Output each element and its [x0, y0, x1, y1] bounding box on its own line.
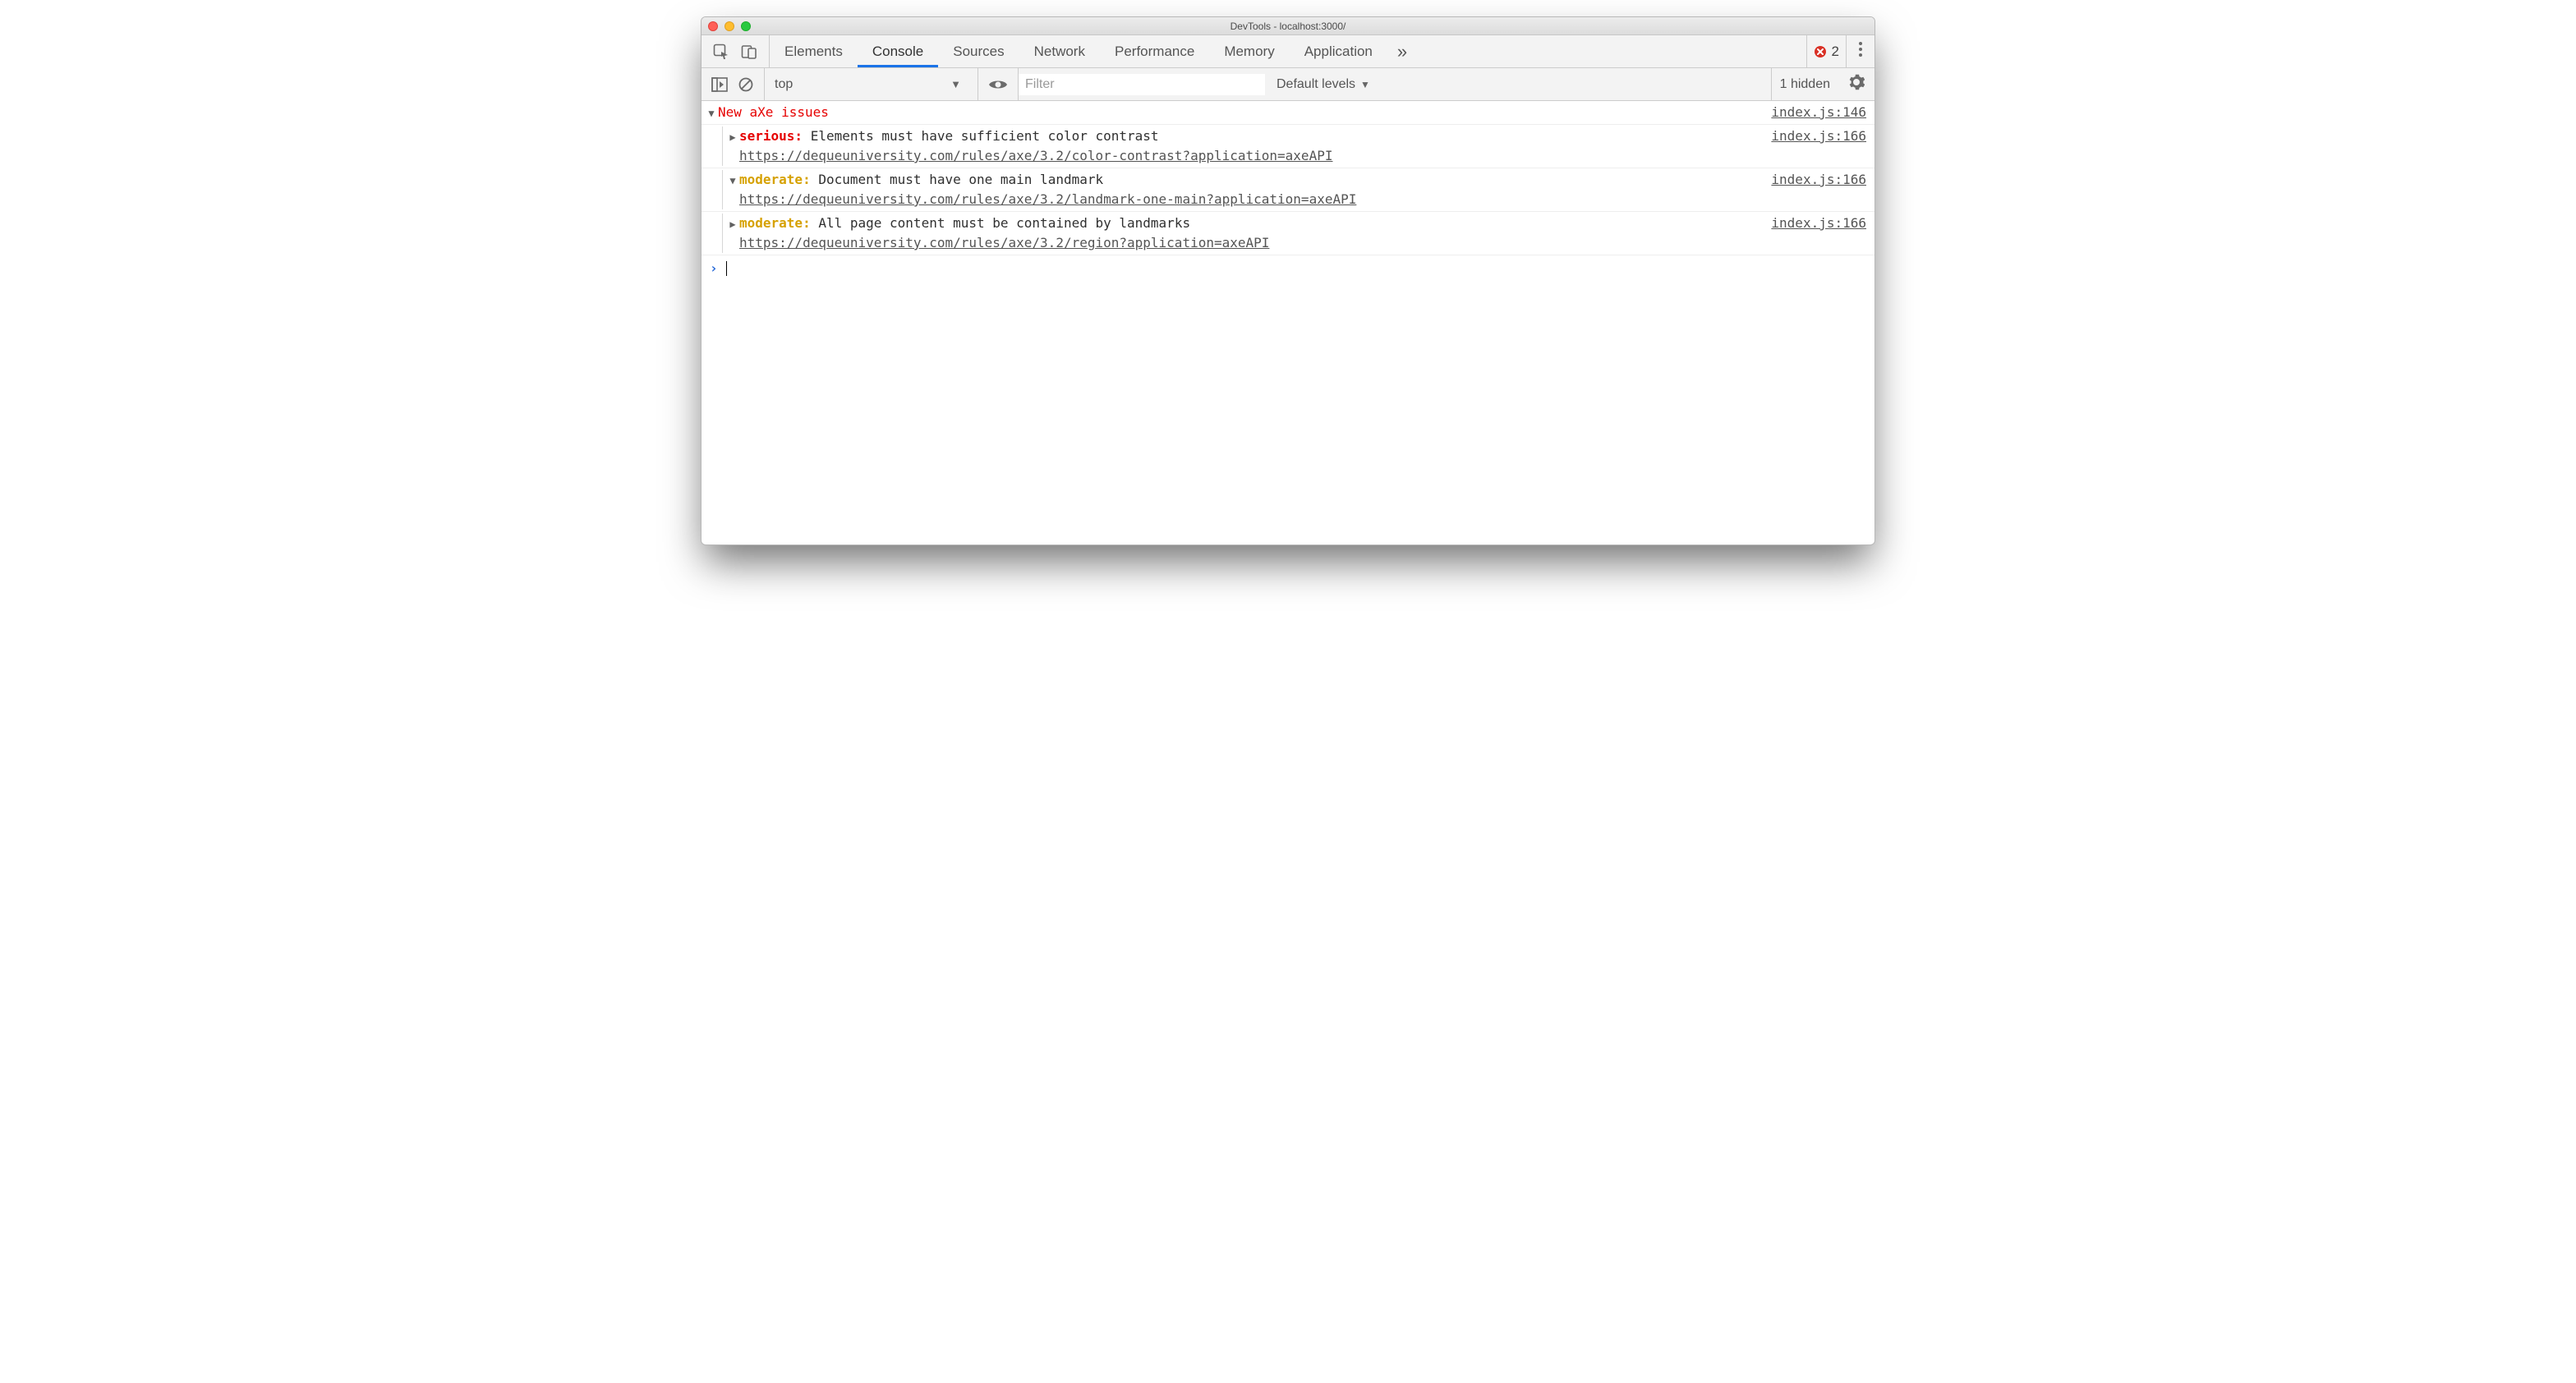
error-count: 2 — [1832, 44, 1839, 60]
severity-label: serious: — [739, 128, 803, 144]
console-entry[interactable]: ▼ moderate: Document must have one main … — [702, 168, 1874, 212]
eye-icon — [988, 78, 1008, 91]
tab-performance[interactable]: Performance — [1100, 35, 1209, 67]
log-levels-select[interactable]: Default levels ▼ — [1265, 77, 1382, 92]
context-label: top — [775, 77, 793, 92]
console-entry[interactable]: ▶ serious: Elements must have sufficient… — [702, 125, 1874, 168]
source-link[interactable]: index.js:146 — [1763, 103, 1866, 122]
live-expression-button[interactable] — [978, 68, 1019, 100]
error-count-badge[interactable]: 2 — [1806, 35, 1847, 67]
clear-console-icon[interactable] — [738, 76, 754, 93]
main-menu-icon[interactable] — [1847, 41, 1874, 62]
tab-elements[interactable]: Elements — [770, 35, 858, 67]
toggle-device-icon[interactable] — [741, 44, 757, 60]
tab-label: Console — [872, 44, 923, 60]
help-url-link[interactable]: https://dequeuniversity.com/rules/axe/3.… — [739, 235, 1269, 250]
inspect-element-icon[interactable] — [713, 44, 729, 60]
console-prompt[interactable]: › — [702, 255, 1874, 282]
help-url-link[interactable]: https://dequeuniversity.com/rules/axe/3.… — [739, 148, 1332, 163]
prompt-caret-icon: › — [710, 259, 718, 278]
group-title: New aXe issues — [718, 103, 1763, 122]
tab-label: Memory — [1224, 44, 1274, 60]
window-zoom-button[interactable] — [741, 21, 751, 31]
console-filter-input[interactable] — [1019, 74, 1265, 95]
window-controls — [708, 21, 751, 31]
text-cursor — [726, 261, 727, 276]
titlebar: DevTools - localhost:3000/ — [702, 17, 1874, 35]
source-link[interactable]: index.js:166 — [1763, 170, 1866, 209]
tab-label: Application — [1304, 44, 1373, 60]
help-url-link[interactable]: https://dequeuniversity.com/rules/axe/3.… — [739, 191, 1356, 207]
show-console-sidebar-icon[interactable] — [711, 77, 728, 92]
tab-label: Elements — [784, 44, 843, 60]
severity-label: moderate: — [739, 172, 811, 187]
tab-memory[interactable]: Memory — [1209, 35, 1289, 67]
hidden-messages-count[interactable]: 1 hidden — [1771, 68, 1838, 100]
entry-message: Elements must have sufficient color cont… — [803, 128, 1158, 144]
source-link[interactable]: index.js:166 — [1763, 126, 1866, 166]
console-messages: ▼ New aXe issues index.js:146 ▶ serious:… — [702, 101, 1874, 544]
entry-message: Document must have one main landmark — [811, 172, 1103, 187]
tab-application[interactable]: Application — [1290, 35, 1387, 67]
levels-label: Default levels — [1276, 77, 1355, 92]
entry-message: All page content must be contained by la… — [811, 215, 1190, 231]
severity-label: moderate: — [739, 215, 811, 231]
error-icon — [1814, 45, 1827, 58]
disclosure-down-icon[interactable]: ▼ — [705, 103, 718, 121]
tabs-overflow-icon[interactable]: » — [1387, 41, 1417, 62]
console-toolbar: top ▼ Default levels ▼ 1 hidden — [702, 68, 1874, 101]
tab-label: Performance — [1115, 44, 1194, 60]
devtools-window: DevTools - localhost:3000/ Elements Cons… — [701, 16, 1875, 545]
chevron-down-icon: ▼ — [950, 78, 968, 90]
console-group-header[interactable]: ▼ New aXe issues index.js:146 — [702, 101, 1874, 125]
toolbar-left — [702, 68, 765, 100]
disclosure-right-icon[interactable]: ▶ — [726, 214, 739, 253]
disclosure-right-icon[interactable]: ▶ — [726, 126, 739, 166]
tab-network[interactable]: Network — [1019, 35, 1100, 67]
panel-tabs: Elements Console Sources Network Perform… — [702, 35, 1874, 68]
execution-context-select[interactable]: top ▼ — [765, 68, 978, 100]
window-minimize-button[interactable] — [724, 21, 734, 31]
tab-left-icons — [702, 35, 770, 67]
source-link[interactable]: index.js:166 — [1763, 214, 1866, 253]
window-title: DevTools - localhost:3000/ — [702, 21, 1874, 32]
window-close-button[interactable] — [708, 21, 718, 31]
tab-label: Network — [1034, 44, 1085, 60]
tab-console[interactable]: Console — [858, 35, 938, 67]
chevron-down-icon: ▼ — [1360, 79, 1370, 90]
disclosure-down-icon[interactable]: ▼ — [726, 170, 739, 209]
console-settings-icon[interactable] — [1838, 74, 1874, 94]
tab-label: Sources — [953, 44, 1004, 60]
console-entry[interactable]: ▶ moderate: All page content must be con… — [702, 212, 1874, 255]
tab-sources[interactable]: Sources — [938, 35, 1019, 67]
